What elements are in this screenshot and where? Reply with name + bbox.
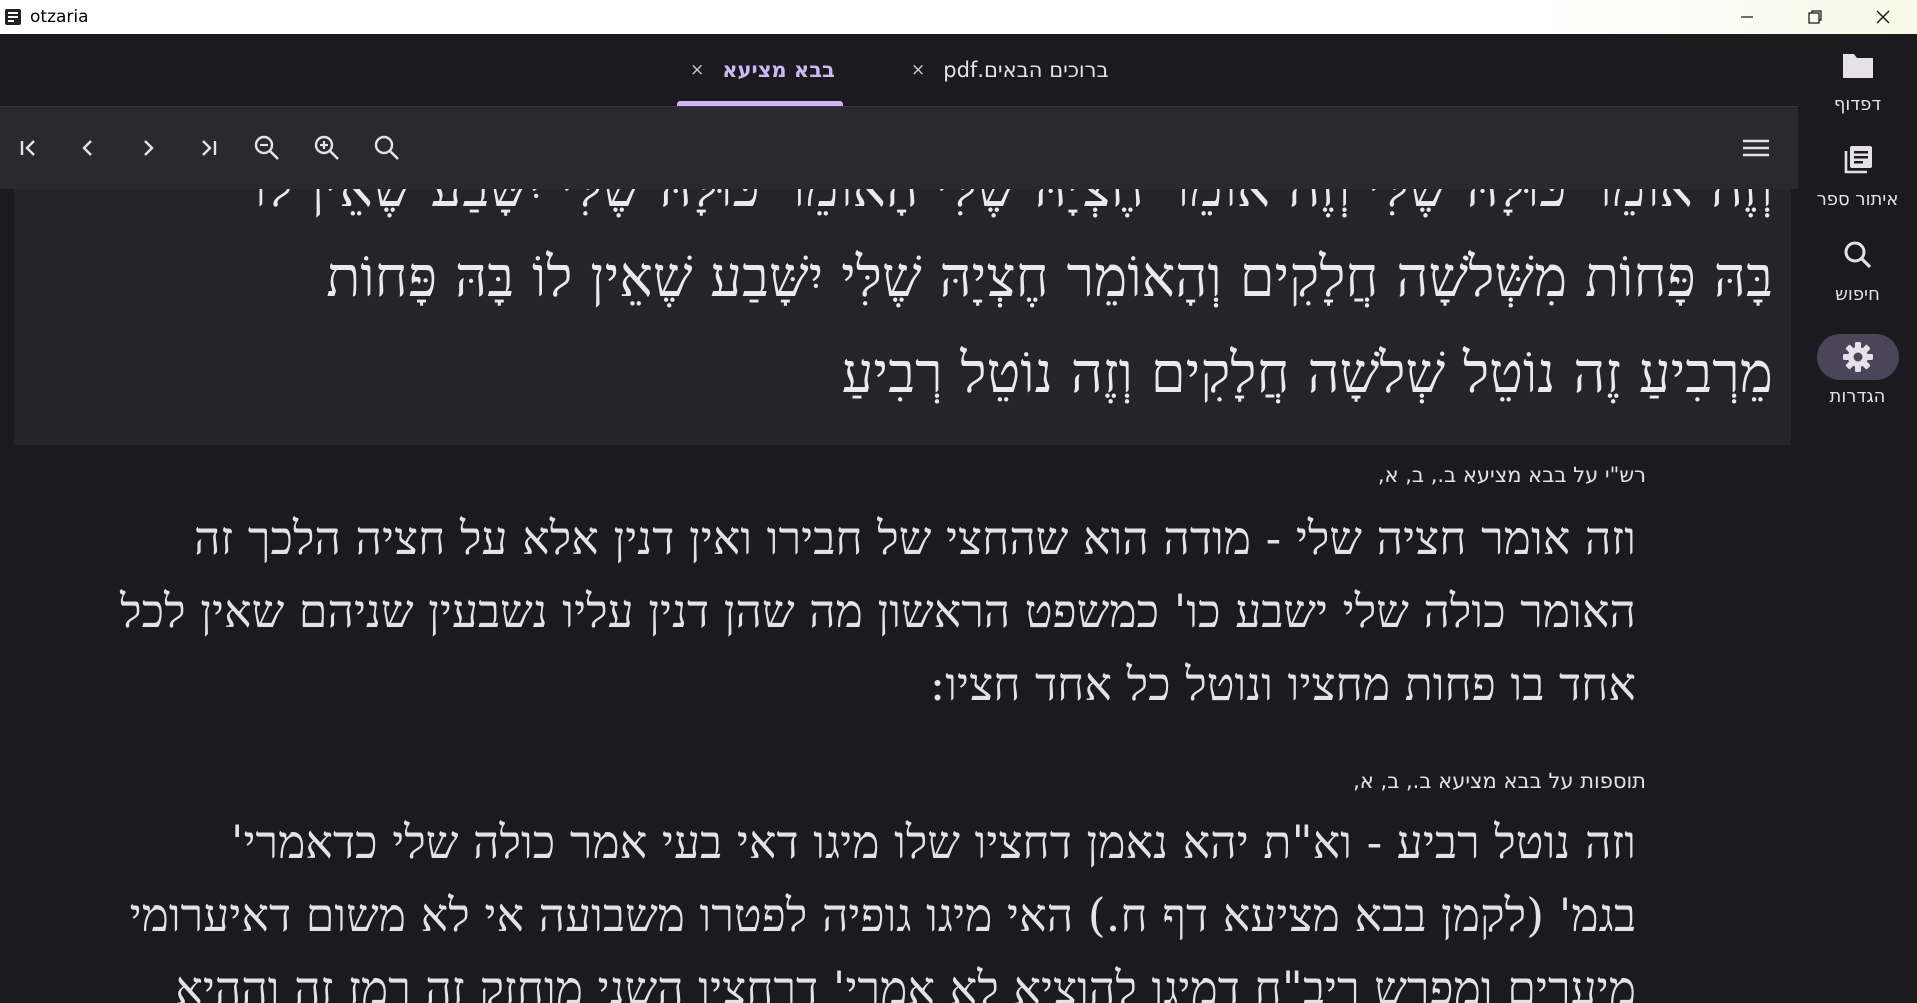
title-bar: otzaria — [0, 0, 1917, 34]
previous-page-button[interactable] — [67, 127, 109, 169]
reading-pane[interactable]: וְזֶה אוֹמֵר כּוּלָּהּ שֶׁלִּי וְזֶה אוֹ… — [0, 189, 1798, 1003]
tab-label: בבא מציעא — [722, 58, 835, 82]
next-page-button[interactable] — [127, 127, 169, 169]
app-book-icon — [2, 6, 24, 28]
tab-bava-metzia[interactable]: בבא מציעא × — [690, 34, 835, 106]
rail-label: חיפוש — [1835, 284, 1880, 305]
zoom-out-button[interactable] — [246, 127, 288, 169]
commentary-line: האומר כולה שלי ישבע כו' כמשפט הראשון מה … — [120, 584, 1636, 638]
first-page-button[interactable] — [8, 127, 50, 169]
rail-icon-container — [1816, 334, 1899, 380]
library-icon — [1844, 146, 1872, 174]
search-icon — [374, 135, 399, 160]
search-in-book-button[interactable] — [366, 127, 408, 169]
main-text-line: בָּהּ פָּחוֹת מִשְּׁלֹשָׁה חֲלָקִים וְהָ… — [326, 245, 1773, 310]
zoom-in-button[interactable] — [306, 127, 348, 169]
menu-icon — [1743, 139, 1769, 157]
tab-welcome-pdf[interactable]: ברוכים הבאים.pdf × — [911, 34, 1109, 106]
rail-item-search[interactable]: חיפוש — [1798, 232, 1917, 305]
last-page-icon — [202, 140, 217, 156]
search-icon — [1844, 241, 1871, 269]
rail-item-settings[interactable]: הגדרות — [1798, 334, 1917, 407]
main-text-line: מֵרְבִיעַ זֶה נוֹטֵל שְׁלֹשָׁה חֲלָקִים … — [841, 341, 1773, 406]
commentary-title-tosafot[interactable]: תוספות על בבא מציעא ב., ב, א, — [1353, 769, 1646, 793]
rail-icon-container — [1817, 42, 1899, 88]
zoom-in-icon — [314, 135, 339, 160]
window-controls — [1713, 0, 1917, 34]
commentary-line: מיערים ומפרש ריב"ח דמיגו להוציא לא אמרי'… — [175, 961, 1636, 1003]
first-page-icon — [20, 140, 35, 156]
main-text-line: וְזֶה אוֹמֵר כּוּלָּהּ שֶׁלִּי וְזֶה אוֹ… — [252, 189, 1773, 220]
chevron-right-icon — [144, 140, 154, 156]
restore-icon — [1808, 10, 1822, 24]
gear-icon — [1842, 342, 1873, 372]
minimize-icon — [1741, 16, 1753, 18]
app-title: otzaria — [30, 7, 89, 27]
reader-toolbar — [0, 107, 1798, 189]
tab-close-icon[interactable]: × — [911, 60, 925, 80]
commentary-line: בגמ' (לקמן בבא מציעא דף ח.) האי מיגו גופ… — [129, 888, 1636, 942]
last-page-button[interactable] — [187, 127, 229, 169]
commentary-line: וזה אומר חציה שלי - מודה הוא שהחצי של חב… — [193, 511, 1636, 565]
menu-button[interactable] — [1735, 127, 1777, 169]
commentary-title-rashi[interactable]: רש"י על בבא מציעא ב., ב, א, — [1378, 463, 1646, 487]
tab-label: ברוכים הבאים.pdf — [943, 58, 1109, 82]
tab-close-icon[interactable]: × — [690, 60, 704, 80]
chevron-left-icon — [82, 140, 92, 156]
rail-label: דפדוף — [1833, 94, 1882, 115]
minimize-button[interactable] — [1713, 0, 1781, 34]
rail-icon-container — [1817, 232, 1899, 278]
rail-item-browse[interactable]: דפדוף — [1798, 42, 1917, 115]
close-icon — [1876, 10, 1890, 24]
rail-icon-container — [1817, 137, 1899, 183]
active-tab-indicator — [677, 101, 843, 106]
rail-label: הגדרות — [1829, 386, 1886, 407]
navigation-rail: דפדוף איתור ספר חיפוש הגדרות — [1798, 34, 1917, 1003]
close-window-button[interactable] — [1849, 0, 1917, 34]
restore-button[interactable] — [1781, 0, 1849, 34]
commentary-line: אחד בו פחות מחציו ונוטל כל אחד חציו: — [929, 657, 1636, 711]
main-text-highlighted[interactable]: וְזֶה אוֹמֵר כּוּלָּהּ שֶׁלִּי וְזֶה אוֹ… — [14, 189, 1791, 445]
zoom-out-icon — [254, 135, 279, 160]
rail-label: איתור ספר — [1816, 189, 1899, 210]
rail-item-find-book[interactable]: איתור ספר — [1798, 137, 1917, 210]
folder-icon — [1842, 54, 1873, 78]
commentary-line: וזה נוטל רביע - וא"ת יהא נאמן דחציו שלו … — [230, 815, 1636, 869]
tab-bar: בבא מציעא × ברוכים הבאים.pdf × — [0, 34, 1798, 107]
